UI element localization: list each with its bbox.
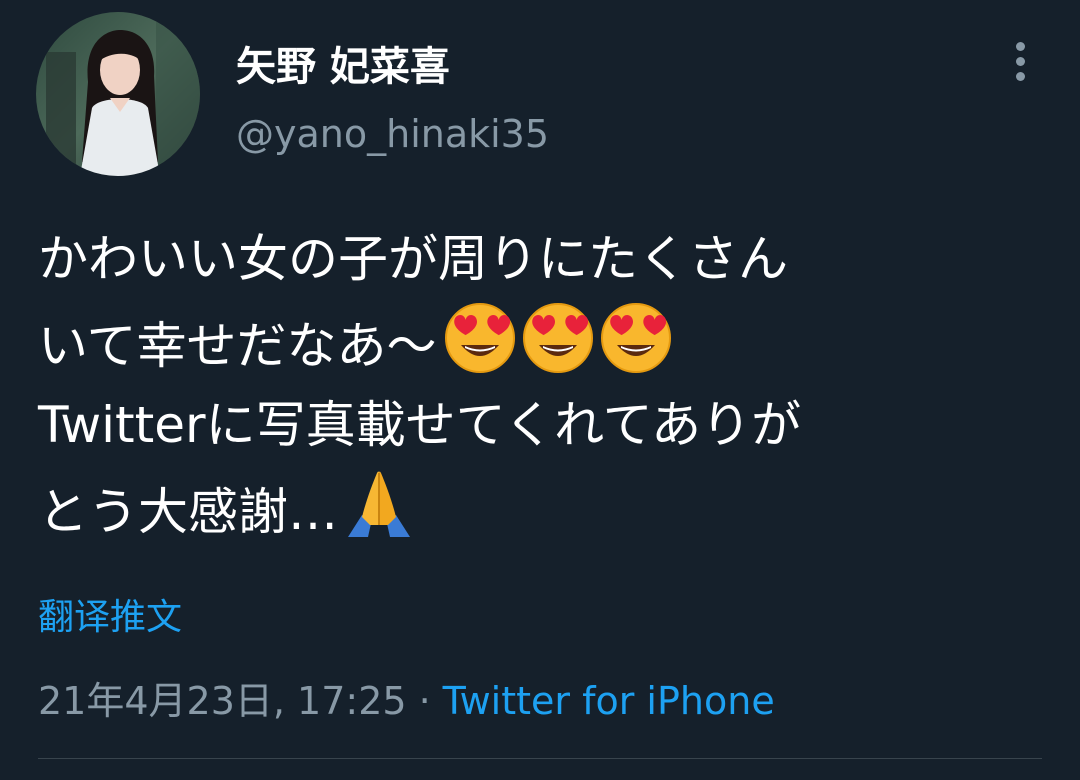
meta-separator: · [418, 679, 431, 723]
more-vertical-icon [1015, 41, 1025, 51]
tweet-text-segment: いて幸せだなあ〜 [38, 317, 437, 375]
tweet-text-segment: とう大感謝… [38, 483, 338, 541]
tweet-timestamp[interactable]: 21年4月23日, 17:25 [38, 679, 407, 723]
tweet-text: かわいい女の子が周りにたくさん いて幸せだなあ〜 Twitterに写真載せてくれ… [38, 218, 1048, 550]
tweet-line: かわいい女の子が周りにたくさん [38, 218, 1048, 301]
more-vertical-icon-dot [1015, 56, 1025, 66]
display-name[interactable]: 矢野 妃菜喜 [236, 34, 450, 92]
folded-hands-emoji-icon [348, 471, 410, 537]
tweet-detail: 矢野 妃菜喜 @yano_hinaki35 かわいい女の子が周りにたくさん いて… [0, 0, 1080, 780]
heart-eyes-emoji-icon [522, 303, 593, 373]
tweet-line: Twitterに写真載せてくれてありが [38, 384, 1048, 467]
heart-eyes-emoji-icon [444, 303, 515, 373]
avatar[interactable] [36, 12, 200, 176]
tweet-line: いて幸せだなあ〜 [38, 301, 1048, 384]
tweet-source-link[interactable]: Twitter for iPhone [443, 679, 775, 723]
tweet-line: とう大感謝… [38, 467, 1048, 550]
heart-eyes-emoji-icon [600, 303, 671, 373]
more-options-button[interactable] [1000, 36, 1040, 86]
translate-tweet-link[interactable]: 翻译推文 [38, 588, 182, 640]
tweet-meta: 21年4月23日, 17:25 · Twitter for iPhone [38, 670, 775, 725]
divider [38, 758, 1042, 759]
tweet-text-segment: Twitterに写真載せてくれてありが [38, 396, 802, 454]
user-handle[interactable]: @yano_hinaki35 [236, 112, 549, 156]
more-vertical-icon-dot [1015, 71, 1025, 81]
tweet-text-segment: かわいい女の子が周りにたくさん [38, 230, 788, 288]
